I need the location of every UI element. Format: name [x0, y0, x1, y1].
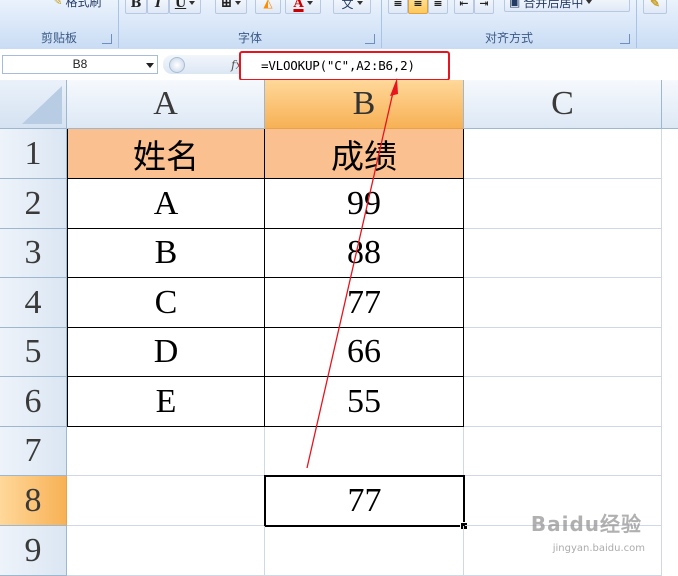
cell-a3[interactable]: B: [67, 229, 265, 278]
decrease-indent-icon: ⇤: [459, 0, 469, 10]
style-button[interactable]: ✎: [643, 0, 667, 14]
clipboard-group: ✎ 格式刷 剪贴板: [0, 0, 119, 48]
align-right-icon: ≡: [433, 0, 443, 10]
worksheet-grid: A B C 1 2 3 4 5 6 7 8 9 姓名 成绩 A 99 B 88 …: [0, 80, 678, 576]
align-center-icon: ≡: [413, 0, 423, 10]
font-color-a-icon: A: [293, 0, 304, 11]
cell-a7[interactable]: [67, 427, 265, 476]
alignment-group-label: 对齐方式: [484, 31, 533, 45]
font-group-label: 字体: [237, 31, 262, 45]
cell-a5[interactable]: D: [67, 328, 265, 377]
cell-c1[interactable]: [464, 129, 662, 179]
font-group: B I U ⊞ ◭ A 文 字体: [119, 0, 382, 48]
number-group: ✎: [637, 0, 678, 48]
brush-icon: ✎: [52, 0, 63, 8]
row-header-5[interactable]: 5: [0, 328, 67, 377]
select-all-button[interactable]: [0, 80, 67, 129]
row-header-9[interactable]: 9: [0, 526, 67, 576]
dialog-launcher-icon[interactable]: [365, 34, 375, 44]
row-header-8[interactable]: 8: [0, 476, 67, 526]
increase-indent-button[interactable]: ⇥: [474, 0, 494, 14]
cell-b6[interactable]: 55: [265, 377, 464, 427]
column-header-d[interactable]: [662, 80, 678, 129]
bold-button[interactable]: B: [125, 0, 147, 14]
format-painter-label: 格式刷: [65, 0, 102, 9]
cell-c6[interactable]: [464, 377, 662, 427]
font-color-button[interactable]: A: [285, 0, 321, 14]
select-all-triangle-icon: [22, 86, 62, 124]
format-painter-button[interactable]: ✎ 格式刷: [46, 0, 108, 11]
underline-button[interactable]: U: [169, 0, 201, 14]
cell-c4[interactable]: [464, 278, 662, 328]
phonetic-button[interactable]: 文: [333, 0, 371, 14]
cell-b4[interactable]: 77: [265, 278, 464, 328]
cell-a9[interactable]: [67, 526, 265, 576]
baidu-watermark-url: jingyan.baidu.com: [552, 543, 645, 554]
cell-c7[interactable]: [464, 427, 662, 476]
increase-indent-icon: ⇥: [479, 0, 489, 10]
cell-a2[interactable]: A: [67, 179, 265, 229]
row-header-1[interactable]: 1: [0, 129, 67, 179]
cell-a4[interactable]: C: [67, 278, 265, 328]
merge-cells-icon: ▣: [509, 0, 521, 9]
alignment-group: ≡ ≡ ≡ ⇤ ⇥ ▣ 合并后居中 对齐方式: [382, 0, 637, 48]
cell-c5[interactable]: [464, 328, 662, 377]
row-header-4[interactable]: 4: [0, 278, 67, 328]
underline-label: U: [174, 0, 187, 11]
cell-a8[interactable]: [67, 476, 265, 526]
borders-button[interactable]: ⊞: [215, 0, 247, 14]
phonetic-label: 文: [341, 0, 354, 11]
row-header-7[interactable]: 7: [0, 427, 67, 476]
cell-b7[interactable]: [265, 427, 464, 476]
formula-text: =VLOOKUP("C",A2:B6,2): [261, 58, 415, 73]
dropdown-arrow-icon[interactable]: [12, 0, 20, 4]
cell-b1[interactable]: 成绩: [265, 129, 464, 179]
cell-a6[interactable]: E: [67, 377, 265, 427]
merge-center-button[interactable]: ▣ 合并后居中: [504, 0, 630, 12]
row-header-6[interactable]: 6: [0, 377, 67, 427]
fill-color-button[interactable]: ◭: [255, 0, 281, 14]
cell-b8[interactable]: 77: [264, 475, 465, 527]
merge-center-label: 合并后居中: [523, 0, 584, 10]
align-left-icon: ≡: [393, 0, 403, 10]
row-header-2[interactable]: 2: [0, 179, 67, 229]
cell-b9[interactable]: [265, 526, 464, 576]
chevron-down-icon[interactable]: [146, 63, 154, 68]
italic-button[interactable]: I: [147, 0, 169, 14]
clipboard-group-label: 剪贴板: [40, 31, 77, 45]
row-header-3[interactable]: 3: [0, 229, 67, 278]
cell-b2[interactable]: 99: [265, 179, 464, 229]
formula-bar: B8 fx =VLOOKUP("C",A2:B6,2): [0, 49, 678, 81]
border-grid-icon: ⊞: [220, 0, 233, 11]
name-box-value: B8: [72, 57, 88, 71]
column-header-c[interactable]: C: [464, 80, 662, 129]
cell-b3[interactable]: 88: [265, 229, 464, 278]
ribbon: ✎ 格式刷 剪贴板 B I U ⊞ ◭ A 文 字体 ≡ ≡ ≡ ⇤ ⇥ ▣ 合…: [0, 0, 678, 50]
splitter-knob-icon[interactable]: [169, 57, 185, 73]
dialog-launcher-icon[interactable]: [620, 34, 630, 44]
cell-c3[interactable]: [464, 229, 662, 278]
name-box[interactable]: B8: [2, 55, 158, 74]
baidu-watermark: Baidu经验: [530, 512, 642, 536]
paint-bucket-icon: ◭: [263, 0, 273, 10]
cell-b5[interactable]: 66: [265, 328, 464, 377]
decrease-indent-button[interactable]: ⇤: [454, 0, 474, 14]
cell-c2[interactable]: [464, 179, 662, 229]
column-header-b[interactable]: B: [265, 80, 464, 129]
align-center-button[interactable]: ≡: [408, 0, 428, 14]
column-header-a[interactable]: A: [67, 80, 265, 129]
dialog-launcher-icon[interactable]: [102, 34, 112, 44]
brush-icon: ✎: [649, 0, 661, 10]
align-left-button[interactable]: ≡: [388, 0, 408, 14]
cell-a1[interactable]: 姓名: [67, 129, 265, 179]
align-right-button[interactable]: ≡: [428, 0, 448, 14]
formula-input[interactable]: =VLOOKUP("C",A2:B6,2): [239, 51, 450, 81]
